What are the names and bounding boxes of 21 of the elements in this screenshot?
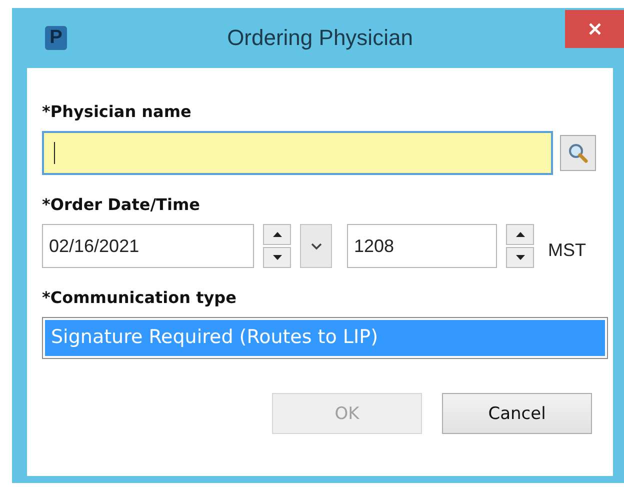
app-logo: P	[45, 26, 67, 50]
down-arrow-icon	[272, 255, 282, 260]
down-arrow-icon	[516, 255, 524, 260]
chevron-down-icon	[310, 242, 322, 250]
up-arrow-icon	[516, 232, 524, 237]
field-label: *Order Date/Time	[42, 195, 201, 214]
cancel-button[interactable]: Cancel	[442, 393, 592, 434]
date-spinner[interactable]	[263, 224, 291, 268]
field-label: *Communication type	[42, 288, 238, 307]
close-button[interactable]	[565, 10, 624, 48]
field-label: *Physician name	[42, 102, 192, 121]
close-icon	[588, 22, 602, 36]
window-title: Ordering Physician	[227, 25, 413, 51]
up-arrow-icon	[272, 232, 282, 237]
date-field[interactable]: 02/16/2021	[42, 224, 254, 268]
search-button[interactable]	[560, 135, 596, 171]
time-spinner[interactable]	[506, 224, 534, 268]
physician-name-field[interactable]	[42, 131, 553, 175]
time-field[interactable]: 1208	[347, 224, 497, 268]
timezone-label: MST	[548, 240, 586, 260]
search-icon	[567, 142, 589, 164]
